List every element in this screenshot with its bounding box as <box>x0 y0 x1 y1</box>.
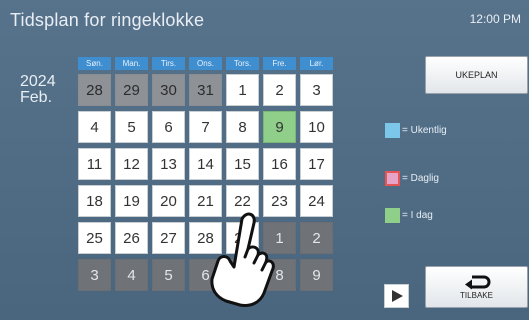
day-cell[interactable]: 24 <box>300 185 333 217</box>
day-cell[interactable]: 19 <box>115 185 148 217</box>
weekday-label: Søn. <box>78 57 111 70</box>
legend-daily-label: = Daglig <box>402 173 439 184</box>
weekday-header: Søn. Man. Tirs. Ons. Tors. Fre. Lør. <box>78 57 333 70</box>
legend-weekly-label: = Ukentlig <box>402 125 447 136</box>
day-cell[interactable]: 15 <box>226 148 259 180</box>
day-cell[interactable]: 10 <box>300 111 333 143</box>
day-cell[interactable]: 3 <box>300 74 333 106</box>
legend-today-label: = I dag <box>402 210 433 221</box>
day-cell[interactable]: 4 <box>115 259 148 291</box>
day-cell[interactable]: 17 <box>300 148 333 180</box>
weekday-label: Ons. <box>189 57 222 70</box>
calendar-screen: Tidsplan for ringeklokke 12:00 PM 2024 F… <box>0 0 529 320</box>
day-cell[interactable]: 11 <box>78 148 111 180</box>
day-cell[interactable]: 29 <box>115 74 148 106</box>
day-cell[interactable]: 18 <box>78 185 111 217</box>
day-cell[interactable]: 12 <box>115 148 148 180</box>
day-cell-today[interactable]: 9 <box>263 111 296 143</box>
day-cell[interactable]: 28 <box>78 74 111 106</box>
day-cell[interactable]: 31 <box>189 74 222 106</box>
day-cell[interactable]: 20 <box>152 185 185 217</box>
legend-daily: = Daglig <box>385 171 439 186</box>
weekday-label: Tors. <box>226 57 259 70</box>
weekday-label: Lør. <box>300 57 333 70</box>
year-label: 2024 <box>20 73 56 90</box>
legend-weekly: = Ukentlig <box>385 123 447 138</box>
day-cell[interactable]: 2 <box>300 222 333 254</box>
day-cell[interactable]: 5 <box>152 259 185 291</box>
day-cell[interactable]: 30 <box>152 74 185 106</box>
back-button[interactable]: TILBAKE <box>425 266 528 308</box>
day-cell[interactable]: 4 <box>78 111 111 143</box>
back-label: TILBAKE <box>460 291 493 300</box>
weekly-swatch <box>385 123 400 138</box>
weekday-label: Fre. <box>263 57 296 70</box>
today-swatch <box>385 208 400 223</box>
day-cell[interactable]: 9 <box>300 259 333 291</box>
day-cell[interactable]: 25 <box>78 222 111 254</box>
day-cell[interactable]: 26 <box>115 222 148 254</box>
month-label: Feb. <box>20 89 53 106</box>
day-cell[interactable]: 3 <box>78 259 111 291</box>
page-title: Tidsplan for ringeklokke <box>10 10 205 30</box>
day-cell[interactable]: 14 <box>189 148 222 180</box>
tap-hand-icon <box>210 212 275 307</box>
day-cell[interactable]: 7 <box>189 111 222 143</box>
next-month-button[interactable] <box>384 284 409 308</box>
day-cell[interactable]: 8 <box>226 111 259 143</box>
weekday-label: Tirs. <box>152 57 185 70</box>
return-arrow-icon <box>464 275 490 290</box>
day-cell[interactable]: 1 <box>226 74 259 106</box>
day-cell[interactable]: 16 <box>263 148 296 180</box>
day-cell[interactable]: 5 <box>115 111 148 143</box>
day-cell[interactable]: 2 <box>263 74 296 106</box>
day-cell[interactable]: 6 <box>152 111 185 143</box>
legend-today: = I dag <box>385 208 433 223</box>
weekly-plan-button[interactable]: UKEPLAN <box>425 56 528 94</box>
clock: 12:00 PM <box>469 12 521 26</box>
day-cell[interactable]: 27 <box>152 222 185 254</box>
daily-swatch <box>385 171 400 186</box>
day-cell[interactable]: 13 <box>152 148 185 180</box>
play-arrow-icon <box>391 290 403 302</box>
weekday-label: Man. <box>115 57 148 70</box>
